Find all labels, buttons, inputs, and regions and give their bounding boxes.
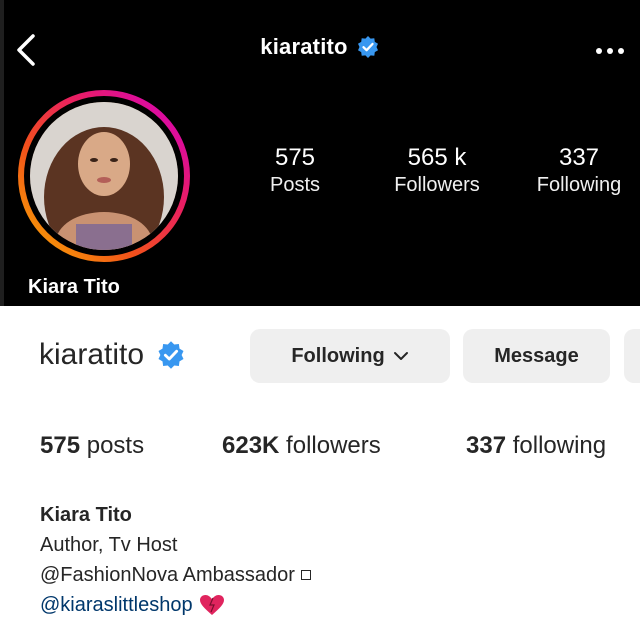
heart-icon [199, 595, 224, 615]
stat-followers-label: Followers [394, 174, 480, 196]
stat-followers-value: 565 k [407, 144, 467, 171]
stat-following[interactable]: 337 Following [526, 144, 632, 198]
stat-posts-label: Posts [269, 174, 321, 196]
avatar [30, 102, 178, 250]
desktop-stat-followers[interactable]: 623K followers [222, 432, 381, 460]
more-options-icon [596, 48, 624, 54]
verified-badge-icon [158, 341, 184, 369]
bio-line-2: @FashionNova Ambassador [40, 560, 311, 590]
desktop-following-label: following [512, 432, 607, 459]
stat-following-label: Following [536, 174, 622, 196]
profile-title-text: kiaratito [260, 34, 348, 59]
desktop-stat-posts[interactable]: 575 posts [40, 432, 144, 460]
desktop-followers-label: followers [286, 432, 381, 459]
desktop-username-text: kiaratito [39, 338, 145, 371]
mobile-profile-header: kiaratito 575 Posts 565 k Followers 337 … [0, 0, 640, 306]
suggested-button[interactable] [624, 329, 640, 383]
desktop-posts-label: posts [86, 432, 145, 459]
bio-shop-link[interactable]: @kiaraslittleshop [40, 590, 193, 620]
desktop-followers-count: 623K [222, 432, 280, 459]
message-button[interactable]: Message [463, 329, 610, 383]
desktop-username: kiaratito [39, 338, 186, 372]
bio-line-1: Author, Tv Host [40, 534, 178, 556]
stat-followers[interactable]: 565 k Followers [384, 144, 490, 198]
display-name: Kiara Tito [28, 276, 120, 298]
bio-name: Kiara Tito [40, 504, 132, 526]
following-button-label: Following [291, 344, 385, 367]
bio-line-2-text: @FashionNova Ambassador [40, 564, 295, 586]
bio-line-3[interactable]: @kiaraslittleshop [40, 590, 311, 620]
stat-following-value: 337 [558, 144, 600, 171]
desktop-stat-following[interactable]: 337 following [466, 432, 606, 460]
stat-posts[interactable]: 575 Posts [262, 144, 328, 198]
square-icon [300, 570, 311, 580]
more-options-button[interactable] [590, 36, 630, 66]
desktop-following-count: 337 [466, 432, 507, 459]
bio: Kiara Tito Author, Tv Host @FashionNova … [40, 500, 311, 620]
stat-posts-value: 575 [274, 144, 316, 171]
message-button-label: Message [494, 344, 579, 367]
desktop-posts-count: 575 [40, 432, 81, 459]
chevron-down-icon [393, 352, 408, 360]
following-button[interactable]: Following [250, 329, 450, 383]
profile-title: kiaratito [0, 34, 640, 60]
story-ring[interactable] [17, 89, 191, 263]
verified-badge-icon [357, 36, 378, 58]
